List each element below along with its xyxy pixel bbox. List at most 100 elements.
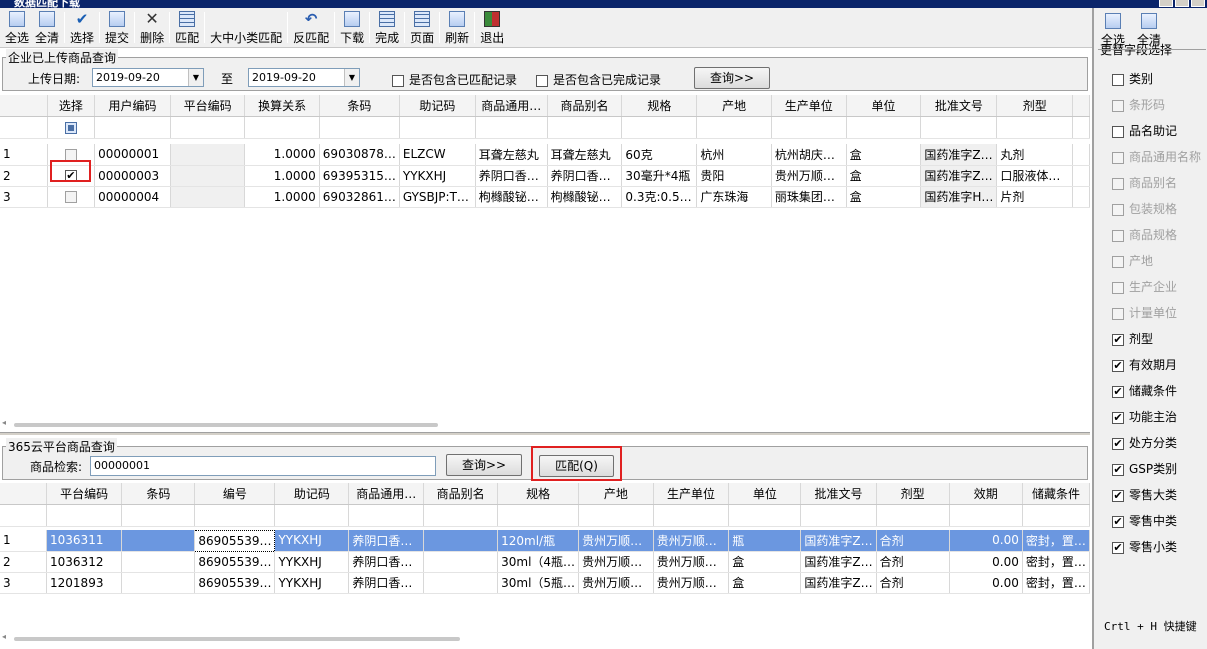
storage-cell[interactable]: 密封，置… xyxy=(1022,551,1090,573)
include-matched-checkbox[interactable]: 是否包含已匹配记录 xyxy=(392,71,517,88)
date-from-picker[interactable]: 2019-09-20 ▼ xyxy=(92,68,204,87)
select-all-checkbox[interactable] xyxy=(64,121,77,134)
field-option-retail-minor[interactable]: 零售小类 xyxy=(1112,538,1177,555)
generic-name-cell[interactable]: 枸橼酸铋… xyxy=(475,186,548,208)
barcode-cell[interactable] xyxy=(121,572,196,594)
mnemonic-cell[interactable]: YYKXHJ xyxy=(274,551,350,573)
column-header[interactable]: 剂型 xyxy=(876,483,950,505)
table-row[interactable]: 2 1036312 86905539… YYKXHJ 养阴口香… 30ml（4瓶… xyxy=(0,551,1090,573)
scrollbar-thumb[interactable] xyxy=(14,637,460,641)
filter-cell[interactable] xyxy=(121,504,196,527)
column-header[interactable]: 单位 xyxy=(846,95,922,117)
column-header[interactable]: 批准文号 xyxy=(800,483,877,505)
column-header[interactable]: 剂型 xyxy=(996,95,1074,117)
maker-cell[interactable]: 贵州万顺… xyxy=(771,165,847,187)
unit-cell[interactable]: 盒 xyxy=(846,186,922,208)
column-header[interactable]: 规格 xyxy=(497,483,580,505)
field-option-barcode[interactable]: 条形码 xyxy=(1112,96,1165,113)
field-option-product-spec[interactable]: 商品规格 xyxy=(1112,226,1177,243)
column-header[interactable]: 助记码 xyxy=(274,483,350,505)
filter-cell[interactable] xyxy=(996,116,1074,139)
filter-cell[interactable] xyxy=(194,504,276,527)
unit-cell[interactable]: 盒 xyxy=(728,572,802,594)
filter-cell[interactable] xyxy=(244,116,320,139)
filter-cell[interactable] xyxy=(423,504,499,527)
filter-cell[interactable] xyxy=(475,116,548,139)
spec-cell[interactable]: 120ml/瓶 xyxy=(497,530,580,552)
alias-cell[interactable]: 枸橼酸铋… xyxy=(547,186,623,208)
expiry-cell[interactable]: 0.00 xyxy=(949,530,1023,552)
checkbox-box[interactable] xyxy=(1112,307,1124,320)
column-header[interactable]: 商品通用… xyxy=(348,483,425,505)
field-option-category[interactable]: 类别 xyxy=(1112,70,1153,87)
column-header[interactable]: 助记码 xyxy=(399,95,476,117)
origin-cell[interactable]: 贵州万顺… xyxy=(578,551,654,573)
field-option-retail-middle[interactable]: 零售中类 xyxy=(1112,512,1177,529)
checkbox-box[interactable] xyxy=(1112,359,1124,372)
unit-cell[interactable]: 瓶 xyxy=(728,530,802,552)
barcode-cell[interactable]: 69395315… xyxy=(319,165,400,187)
number-cell[interactable]: 86905539… xyxy=(194,551,276,573)
ratio-cell[interactable]: 1.0000 xyxy=(244,186,320,208)
platform-code-cell[interactable]: 1201893 xyxy=(46,572,123,594)
checkbox-box[interactable] xyxy=(1112,489,1124,502)
row-checkbox[interactable] xyxy=(64,148,77,161)
row-checkbox[interactable] xyxy=(64,191,77,203)
submit-button[interactable]: 提交 xyxy=(102,8,132,47)
form-cell[interactable]: 丸剂 xyxy=(996,144,1074,166)
checkbox-box[interactable] xyxy=(536,74,548,87)
minimize-button[interactable] xyxy=(1159,0,1173,7)
origin-cell[interactable]: 贵州万顺… xyxy=(578,572,654,594)
origin-cell[interactable]: 贵州万顺… xyxy=(578,530,654,552)
mnemonic-cell[interactable]: GYSBJP:T… xyxy=(399,186,476,208)
column-header[interactable]: 储藏条件 xyxy=(1022,483,1090,505)
column-header[interactable]: 商品通用… xyxy=(475,95,548,117)
user-code-cell[interactable]: 00000001 xyxy=(94,144,171,166)
checkbox-box[interactable] xyxy=(1112,99,1124,112)
approval-cell[interactable]: 国药准字Z… xyxy=(920,165,998,187)
column-header[interactable]: 产地 xyxy=(696,95,772,117)
storage-cell[interactable]: 密封，置… xyxy=(1022,572,1090,594)
filter-cell[interactable] xyxy=(771,116,847,139)
filter-cell[interactable] xyxy=(728,504,802,527)
alias-cell[interactable] xyxy=(423,551,499,573)
maker-cell[interactable]: 贵州万顺… xyxy=(653,551,730,573)
table-row[interactable]: 1 00000001 1.0000 69030878… ELZCW 耳聋左慈丸 … xyxy=(0,144,1090,166)
column-header[interactable]: 生产单位 xyxy=(653,483,730,505)
number-cell[interactable]: 86905539… xyxy=(194,572,276,594)
filter-cell[interactable] xyxy=(876,504,950,527)
filter-cell[interactable] xyxy=(170,116,246,139)
generic-name-cell[interactable]: 养阴口香… xyxy=(348,572,425,594)
checkbox-box[interactable] xyxy=(1112,515,1124,528)
field-option-retail-major[interactable]: 零售大类 xyxy=(1112,486,1177,503)
platform-code-cell[interactable] xyxy=(170,165,246,187)
number-cell[interactable]: 86905539… xyxy=(194,529,276,552)
form-cell[interactable]: 合剂 xyxy=(876,572,950,594)
form-cell[interactable]: 合剂 xyxy=(876,551,950,573)
field-option-generic-name[interactable]: 商品通用名称 xyxy=(1112,148,1201,165)
filter-cell[interactable] xyxy=(348,504,425,527)
alias-cell[interactable]: 耳聋左慈丸 xyxy=(547,144,623,166)
user-code-cell[interactable]: 00000003 xyxy=(94,165,171,187)
checkbox-box[interactable] xyxy=(1112,255,1124,268)
maker-cell[interactable]: 贵州万顺… xyxy=(653,572,730,594)
splitter[interactable] xyxy=(0,432,1090,435)
field-option-unit[interactable]: 计量单位 xyxy=(1112,304,1177,321)
mnemonic-cell[interactable]: YYKXHJ xyxy=(274,530,350,552)
column-header[interactable]: 平台编码 xyxy=(46,483,123,505)
scroll-left-icon[interactable]: ◂ xyxy=(2,632,6,641)
alias-cell[interactable] xyxy=(423,572,499,594)
checkbox-box[interactable] xyxy=(1112,463,1124,476)
generic-name-cell[interactable]: 耳聋左慈丸 xyxy=(475,144,548,166)
platform-query-button[interactable]: 查询>> xyxy=(446,454,522,476)
date-to-picker[interactable]: 2019-09-20 ▼ xyxy=(248,68,360,87)
filter-cell[interactable] xyxy=(1022,504,1090,527)
storage-cell[interactable]: 密封，置… xyxy=(1022,530,1090,552)
lower-horizontal-scrollbar[interactable]: ◂ xyxy=(0,632,1090,644)
origin-cell[interactable]: 贵阳 xyxy=(696,165,772,187)
checkbox-box[interactable] xyxy=(1112,151,1124,164)
maximize-button[interactable] xyxy=(1175,0,1189,7)
row-select-cell[interactable] xyxy=(47,186,96,208)
filter-cell[interactable] xyxy=(653,504,730,527)
checkbox-box[interactable] xyxy=(1112,229,1124,242)
